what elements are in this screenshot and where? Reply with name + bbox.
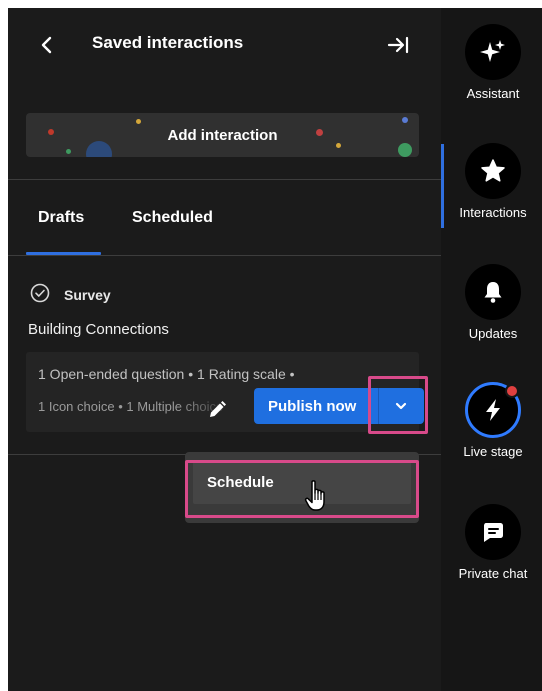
publish-now-button[interactable]: Publish now (254, 388, 378, 424)
add-interaction-label: Add interaction (167, 126, 278, 144)
highlight-box (368, 376, 428, 434)
hand-pointer-icon (304, 480, 325, 511)
interaction-type-label: Survey (64, 287, 111, 303)
rail-item-private-chat[interactable]: Private chat (444, 504, 542, 581)
live-indicator-dot (505, 384, 519, 398)
rail-item-updates[interactable]: Updates (444, 264, 542, 341)
rail-item-label: Private chat (458, 566, 528, 581)
sparkle-icon (480, 40, 505, 62)
rail-item-assistant[interactable]: Assistant (444, 24, 542, 101)
rail-icon-circle (465, 504, 521, 560)
panel-title: Saved interactions (92, 33, 244, 52)
app-window: Saved interactions Add interaction Draft… (8, 8, 542, 691)
pencil-icon[interactable] (206, 399, 228, 421)
bell-icon (484, 282, 502, 303)
rail-item-interactions[interactable]: Interactions (444, 143, 542, 220)
draft-title: Building Connections (28, 321, 169, 338)
rail-item-label: Updates (468, 326, 518, 341)
question-summary: 1 Open-ended question • 1 Rating scale • (38, 366, 295, 382)
highlight-box (185, 460, 419, 518)
rail-item-label: Interactions (459, 205, 527, 220)
divider (8, 179, 441, 180)
chevron-left-icon[interactable] (36, 34, 58, 56)
lightning-icon (486, 399, 500, 421)
check-circle-icon (30, 283, 50, 303)
saved-interactions-panel: Saved interactions Add interaction Draft… (8, 8, 441, 691)
star-icon (481, 159, 505, 182)
rail-icon-circle (465, 382, 521, 438)
rail-item-label: Assistant (466, 86, 520, 101)
rail-icon-circle (465, 24, 521, 80)
add-interaction-button[interactable]: Add interaction (26, 113, 419, 157)
tab-drafts[interactable]: Drafts (38, 209, 84, 227)
tab-scheduled[interactable]: Scheduled (132, 209, 213, 227)
draft-card[interactable]: 1 Open-ended question • 1 Rating scale •… (26, 352, 424, 432)
rail-icon-circle (465, 264, 521, 320)
rail-icon-circle (465, 143, 521, 199)
rail-item-label: Live stage (463, 444, 523, 459)
arrow-right-to-bar-icon[interactable] (386, 34, 410, 56)
chat-bubble-icon (484, 523, 503, 542)
divider (8, 255, 441, 256)
rail-item-live-stage[interactable]: Live stage (444, 382, 542, 459)
